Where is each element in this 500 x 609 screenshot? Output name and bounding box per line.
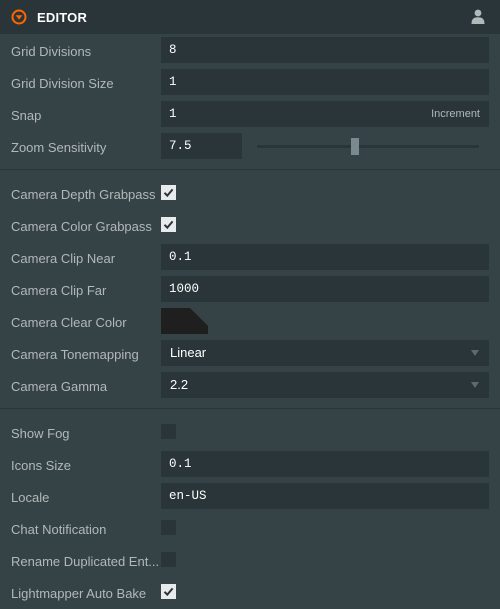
snap-label: Snap (11, 108, 42, 123)
panel-header[interactable]: EDITOR (0, 0, 500, 34)
show-fog-row: Show Fog (0, 419, 500, 447)
camera-gamma-select[interactable]: 2.2 (161, 372, 489, 398)
camera-tonemapping-select[interactable]: Linear (161, 340, 489, 366)
show-fog-label: Show Fog (11, 426, 70, 441)
camera-clear-color-row: Camera Clear Color (0, 308, 500, 336)
panel-title: EDITOR (37, 10, 88, 25)
locale-input[interactable]: en-US (161, 483, 489, 509)
lightmapper-auto-bake-label: Lightmapper Auto Bake (11, 586, 147, 601)
chat-notification-label: Chat Notification (11, 522, 107, 537)
grid-divisions-label: Grid Divisions (11, 44, 92, 59)
camera-clip-far-row: Camera Clip Far 1000 (0, 276, 500, 304)
collapse-circle-icon[interactable] (11, 9, 27, 25)
snap-input[interactable]: 1 Increment (161, 101, 489, 127)
grid-divisions-row: Grid Divisions 8 (0, 37, 500, 65)
camera-clip-near-label: Camera Clip Near (11, 251, 116, 266)
camera-clip-near-input[interactable]: 0.1 (161, 244, 489, 270)
grid-division-size-value: 1 (169, 75, 177, 89)
camera-color-grabpass-label: Camera Color Grabpass (11, 219, 152, 234)
lightmapper-auto-bake-checkbox[interactable] (161, 584, 176, 599)
icons-size-value: 0.1 (169, 457, 192, 471)
camera-gamma-label: Camera Gamma (11, 379, 108, 394)
locale-row: Locale en-US (0, 483, 500, 511)
camera-color-grabpass-row: Camera Color Grabpass (0, 212, 500, 240)
chevron-down-icon (471, 350, 479, 356)
zoom-sensitivity-input[interactable]: 7.5 (161, 133, 242, 159)
user-icon[interactable] (471, 9, 485, 24)
camera-clip-far-value: 1000 (169, 282, 200, 296)
camera-gamma-row: Camera Gamma 2.2 (0, 372, 500, 400)
color-swatch-corner (190, 308, 208, 326)
rename-duplicated-checkbox[interactable] (161, 552, 176, 567)
chat-notification-row: Chat Notification (0, 515, 500, 543)
camera-depth-grabpass-checkbox[interactable] (161, 185, 176, 200)
checkmark-icon (163, 188, 174, 198)
grid-division-size-label: Grid Division Size (11, 76, 114, 91)
camera-depth-grabpass-row: Camera Depth Grabpass (0, 180, 500, 208)
show-fog-checkbox[interactable] (161, 424, 176, 439)
zoom-sensitivity-value: 7.5 (169, 139, 192, 153)
grid-division-size-input[interactable]: 1 (161, 69, 489, 95)
snap-suffix: Increment (431, 108, 480, 120)
camera-clip-near-value: 0.1 (169, 250, 192, 264)
rename-duplicated-row: Rename Duplicated Ent... (0, 547, 500, 575)
locale-label: Locale (11, 490, 50, 505)
icons-size-label: Icons Size (11, 458, 71, 473)
icons-size-input[interactable]: 0.1 (161, 451, 489, 477)
zoom-sensitivity-row: Zoom Sensitivity 7.5 (0, 133, 500, 161)
camera-depth-grabpass-label: Camera Depth Grabpass (11, 187, 156, 202)
camera-clear-color-label: Camera Clear Color (11, 315, 127, 330)
checkmark-icon (163, 220, 174, 230)
snap-value: 1 (169, 107, 177, 121)
camera-color-grabpass-checkbox[interactable] (161, 217, 176, 232)
chevron-down-icon (471, 382, 479, 388)
zoom-sensitivity-label: Zoom Sensitivity (11, 140, 107, 155)
camera-clip-far-input[interactable]: 1000 (161, 276, 489, 302)
lightmapper-auto-bake-row: Lightmapper Auto Bake (0, 579, 500, 607)
rename-duplicated-label: Rename Duplicated Ent... (11, 554, 160, 569)
camera-clip-near-row: Camera Clip Near 0.1 (0, 244, 500, 272)
camera-gamma-value: 2.2 (170, 377, 189, 392)
section-divider (0, 169, 500, 170)
section-divider (0, 408, 500, 409)
grid-divisions-value: 8 (169, 43, 177, 57)
grid-divisions-input[interactable]: 8 (161, 37, 489, 63)
icons-size-row: Icons Size 0.1 (0, 451, 500, 479)
zoom-sensitivity-slider-track[interactable] (257, 145, 479, 148)
checkmark-icon (163, 587, 174, 597)
locale-value: en-US (169, 489, 207, 503)
camera-tonemapping-value: Linear (170, 345, 207, 360)
snap-row: Snap 1 Increment (0, 101, 500, 129)
camera-clear-color-swatch[interactable] (161, 308, 208, 334)
chat-notification-checkbox[interactable] (161, 520, 176, 535)
camera-tonemapping-row: Camera Tonemapping Linear (0, 340, 500, 368)
grid-division-size-row: Grid Division Size 1 (0, 69, 500, 97)
camera-clip-far-label: Camera Clip Far (11, 283, 107, 298)
zoom-sensitivity-slider-handle[interactable] (351, 138, 359, 155)
camera-tonemapping-label: Camera Tonemapping (11, 347, 139, 362)
